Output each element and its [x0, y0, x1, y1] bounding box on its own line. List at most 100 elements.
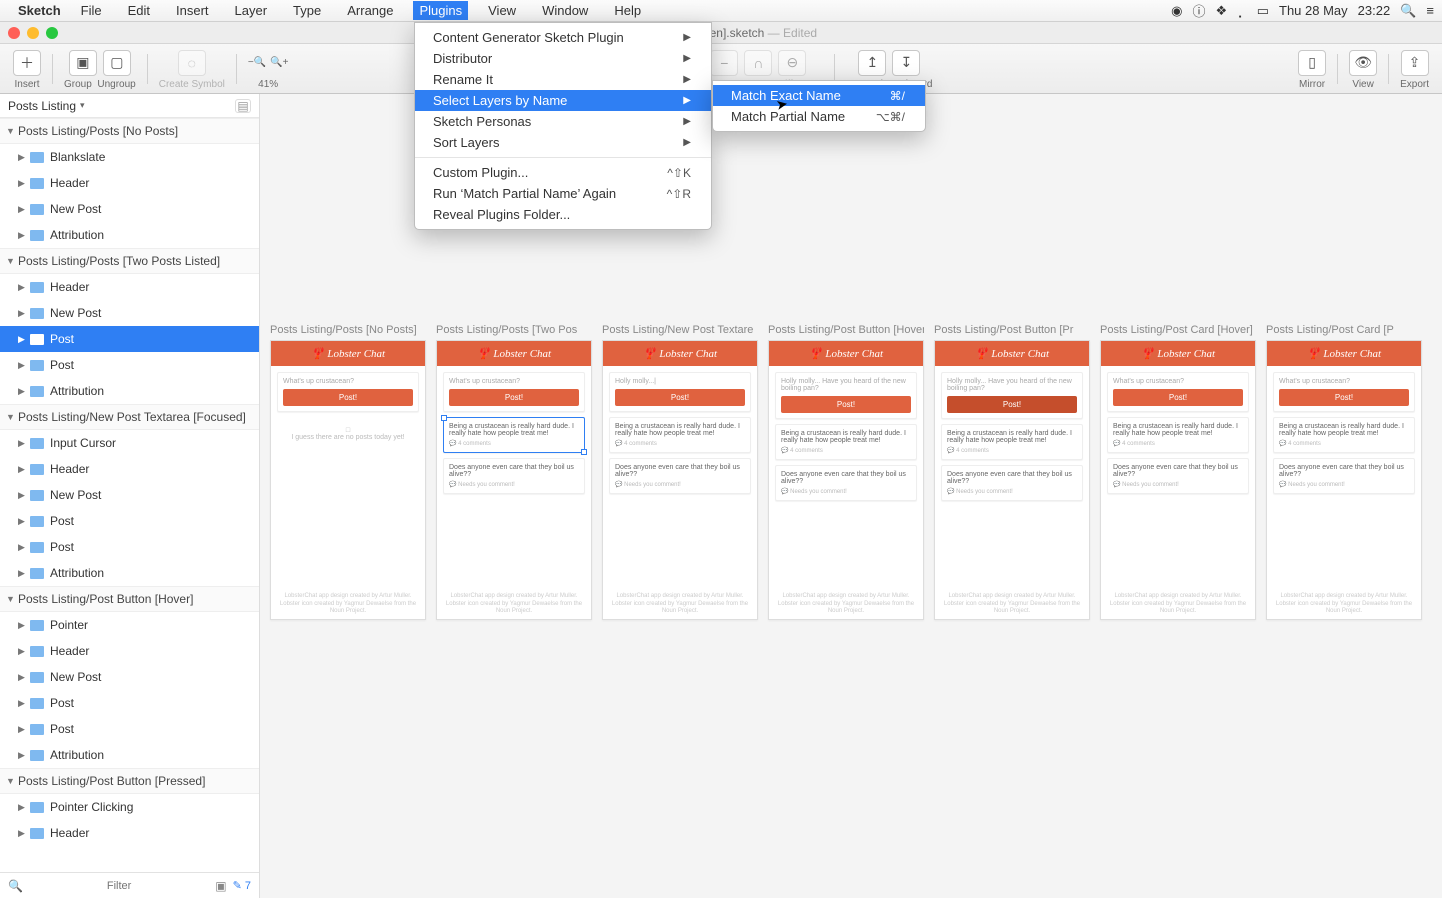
layer-section[interactable]: ▼Posts Listing/New Post Textarea [Focuse… — [0, 404, 259, 430]
layer-row[interactable]: ▶Pointer Clicking — [0, 794, 259, 820]
battery-icon[interactable]: ▭ — [1257, 3, 1269, 19]
layer-section[interactable]: ▼Posts Listing/Post Button [Hover] — [0, 586, 259, 612]
intersect-button[interactable]: ∩ — [744, 50, 772, 76]
layer-row[interactable]: ▶Post — [0, 716, 259, 742]
insert-button[interactable]: ＋ — [13, 50, 41, 76]
layer-row[interactable]: ▶Attribution — [0, 378, 259, 404]
spotlight-icon[interactable]: 🔍 — [1400, 3, 1416, 19]
menu-item[interactable]: Content Generator Sketch Plugin▶ — [415, 27, 711, 48]
menu-file[interactable]: File — [75, 1, 108, 20]
zoom-out-button[interactable]: −🔍 — [248, 57, 266, 68]
menu-item[interactable]: Sketch Personas▶ — [415, 111, 711, 132]
ungroup-button[interactable]: ▢ — [103, 50, 131, 76]
menu-insert[interactable]: Insert — [170, 1, 215, 20]
layer-section[interactable]: ▼Posts Listing/Post Button [Pressed] — [0, 768, 259, 794]
zoom-in-button[interactable]: 🔍+ — [270, 57, 288, 68]
backward-button[interactable]: ↧ — [892, 50, 920, 76]
menu-plugins[interactable]: Plugins — [413, 1, 468, 20]
menu-item[interactable]: Distributor▶ — [415, 48, 711, 69]
page-selector-label: Posts Listing — [8, 99, 76, 113]
plugins-dropdown[interactable]: Content Generator Sketch Plugin▶Distribu… — [414, 22, 712, 230]
zoom-window-button[interactable] — [46, 27, 58, 39]
group-label: Group — [64, 79, 92, 90]
layer-row[interactable]: ▶Header — [0, 170, 259, 196]
subtract-button[interactable]: − — [710, 50, 738, 76]
layer-row[interactable]: ▶Input Cursor — [0, 430, 259, 456]
layer-row[interactable]: ▶Post — [0, 534, 259, 560]
layer-row[interactable]: ▶Post — [0, 690, 259, 716]
layer-row[interactable]: ▶Pointer — [0, 612, 259, 638]
menu-item[interactable]: Run ‘Match Partial Name’ Again^⇧R — [415, 183, 711, 204]
pages-icon[interactable]: ▣ — [215, 879, 226, 893]
layers-sidebar: Posts Listing ▾ ▤ ▼Posts Listing/Posts [… — [0, 94, 260, 898]
close-window-button[interactable] — [8, 27, 20, 39]
window-titlebar: Screen].sketch — Edited — [0, 22, 1442, 44]
minimize-window-button[interactable] — [27, 27, 39, 39]
menu-item[interactable]: Rename It▶ — [415, 69, 711, 90]
sidebar-toggle-icon[interactable]: ▤ — [235, 99, 251, 113]
group-button[interactable]: ▣ — [69, 50, 97, 76]
edit-count: ✎ 7 — [233, 879, 251, 892]
status-date: Thu 28 May — [1279, 3, 1348, 18]
ungroup-label: Ungroup — [97, 79, 135, 90]
layer-row[interactable]: ▶Header — [0, 456, 259, 482]
layer-row[interactable]: ▶Header — [0, 274, 259, 300]
menu-arrange[interactable]: Arrange — [341, 1, 399, 20]
wifi-icon[interactable]: ⡀ — [1237, 3, 1247, 19]
chevron-down-icon: ▾ — [80, 100, 85, 111]
menu-layer[interactable]: Layer — [229, 1, 274, 20]
layer-row[interactable]: ▶New Post — [0, 664, 259, 690]
difference-button[interactable]: ⊖ — [778, 50, 806, 76]
zoom-percent: 41% — [258, 79, 278, 90]
search-icon: 🔍 — [8, 879, 23, 893]
layer-row[interactable]: ▶Header — [0, 820, 259, 846]
page-selector[interactable]: Posts Listing ▾ ▤ — [0, 94, 259, 118]
layer-row[interactable]: ▶New Post — [0, 196, 259, 222]
layer-row[interactable]: ▶Header — [0, 638, 259, 664]
layer-row[interactable]: ▶Attribution — [0, 742, 259, 768]
record-icon[interactable]: ◉ — [1171, 3, 1182, 19]
dropbox-icon[interactable]: ❖ — [1216, 3, 1228, 19]
layer-list[interactable]: ▼Posts Listing/Posts [No Posts]▶Blanksla… — [0, 118, 259, 872]
menu-item[interactable]: Select Layers by Name▶ — [415, 90, 711, 111]
menu-item[interactable]: Reveal Plugins Folder... — [415, 204, 711, 225]
layer-row[interactable]: ▶New Post — [0, 482, 259, 508]
notification-center-icon[interactable]: ≡ — [1426, 3, 1434, 18]
create-symbol-label: Create Symbol — [159, 79, 225, 90]
menu-item[interactable]: Custom Plugin...^⇧K — [415, 162, 711, 183]
mac-menubar: Sketch File Edit Insert Layer Type Arran… — [0, 0, 1442, 22]
sidebar-footer: 🔍 ▣ ✎ 7 — [0, 872, 259, 898]
view-label: View — [1352, 79, 1374, 90]
export-button[interactable]: ⇪ — [1401, 50, 1429, 76]
layer-row[interactable]: ▶Post — [0, 326, 259, 352]
status-time: 23:22 — [1358, 3, 1391, 18]
filter-input[interactable] — [29, 880, 209, 892]
forward-button[interactable]: ↥ — [858, 50, 886, 76]
menu-view[interactable]: View — [482, 1, 522, 20]
mirror-button[interactable]: ▯ — [1298, 50, 1326, 76]
document-edited-label: Edited — [783, 26, 817, 40]
menu-edit[interactable]: Edit — [122, 1, 156, 20]
menubar-status: ◉ ⓘ ❖ ⡀ ▭ Thu 28 May 23:22 🔍 ≡ — [1171, 1, 1434, 20]
submenu-item[interactable]: Match Exact Name⌘/ — [713, 85, 925, 106]
layer-section[interactable]: ▼Posts Listing/Posts [No Posts] — [0, 118, 259, 144]
app-name[interactable]: Sketch — [18, 3, 61, 18]
layer-row[interactable]: ▶Attribution — [0, 560, 259, 586]
menu-type[interactable]: Type — [287, 1, 327, 20]
layer-row[interactable]: ▶New Post — [0, 300, 259, 326]
layer-row[interactable]: ▶Attribution — [0, 222, 259, 248]
layer-row[interactable]: ▶Post — [0, 508, 259, 534]
layer-row[interactable]: ▶Post — [0, 352, 259, 378]
menu-window[interactable]: Window — [536, 1, 594, 20]
submenu-item[interactable]: Match Partial Name⌥⌘/ — [713, 106, 925, 127]
menu-help[interactable]: Help — [608, 1, 647, 20]
create-symbol-button[interactable]: ◌ — [178, 50, 206, 76]
export-label: Export — [1400, 79, 1429, 90]
layer-row[interactable]: ▶Blankslate — [0, 144, 259, 170]
info-icon[interactable]: ⓘ — [1193, 1, 1206, 20]
view-button[interactable]: 👁 — [1349, 50, 1377, 76]
layer-section[interactable]: ▼Posts Listing/Posts [Two Posts Listed] — [0, 248, 259, 274]
menu-item[interactable]: Sort Layers▶ — [415, 132, 711, 153]
window-traffic-lights[interactable] — [8, 27, 58, 39]
select-layers-submenu[interactable]: Match Exact Name⌘/Match Partial Name⌥⌘/ — [712, 80, 926, 132]
